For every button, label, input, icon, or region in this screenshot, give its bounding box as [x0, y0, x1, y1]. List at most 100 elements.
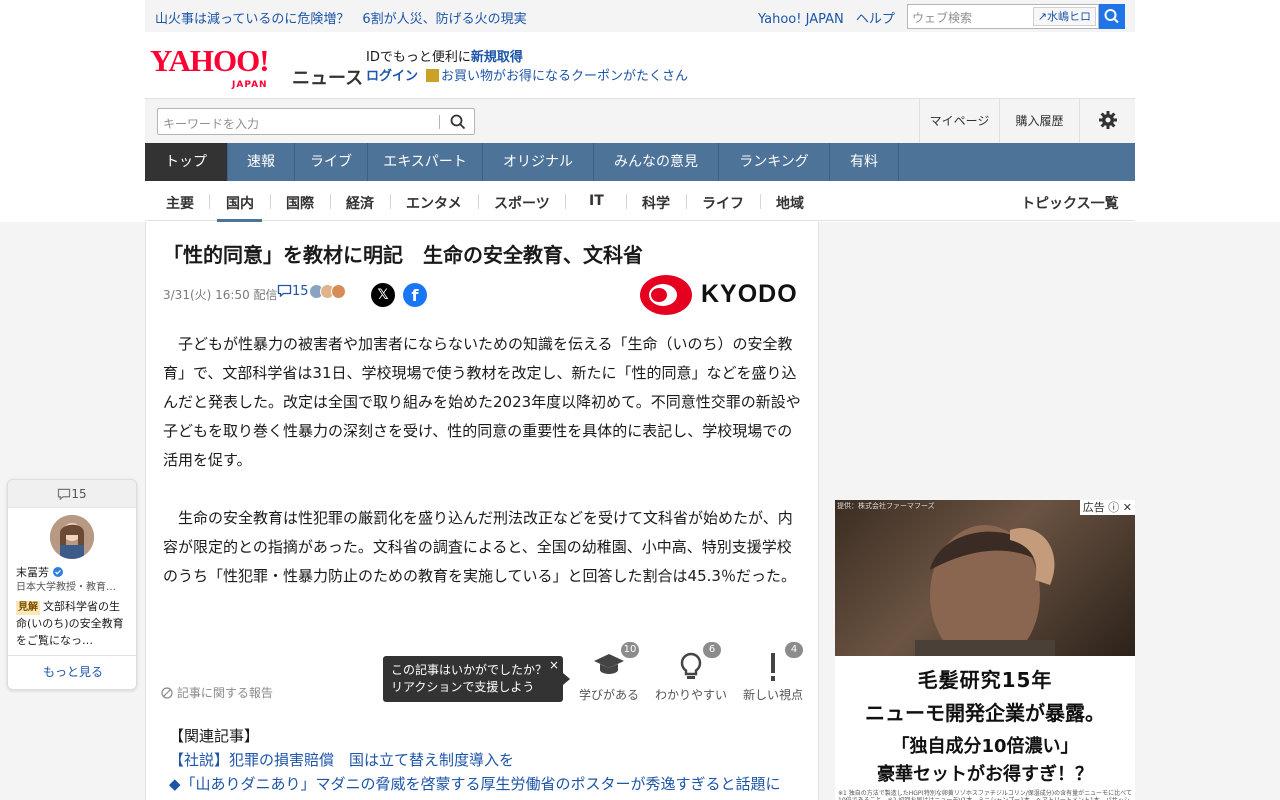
web-search-placeholder: ウェブ検索	[912, 11, 973, 25]
search-chip-label: 水嶋ヒロ	[1047, 10, 1091, 23]
reaction-label: わかりやすい	[654, 688, 727, 702]
coupon-icon	[426, 69, 440, 82]
subnav-divider	[330, 194, 331, 209]
tooltip-line: リアクションで支援しよう	[391, 680, 535, 694]
subnav-domestic[interactable]: 国内	[217, 193, 262, 222]
subnav-region[interactable]: 地域	[776, 193, 804, 213]
gear-icon	[1098, 111, 1117, 129]
expert-comment[interactable]: 見解 文部科学省の生命(いのち)の安全教育をご覧になっ…	[16, 598, 130, 649]
subnav-divider	[760, 194, 761, 209]
reaction-learn-button[interactable]: 10 学びがある	[569, 642, 649, 703]
see-more-link[interactable]: もっと見る	[8, 655, 136, 689]
mypage-link[interactable]: マイページ	[919, 99, 999, 144]
subnav-it[interactable]: IT	[589, 193, 604, 209]
article-paragraph: 子どもが性暴力の被害者や加害者にならないための知識を伝える「生命（いのち）の安全…	[163, 335, 801, 469]
source-logo[interactable]: KYODO	[639, 274, 797, 320]
subnav-sports[interactable]: スポーツ	[494, 193, 550, 213]
trending-arrow-icon: ↗	[1037, 10, 1047, 23]
expert-count-label: 15	[71, 487, 87, 501]
ad-headline: 豪華セットがお得すぎ！？	[877, 764, 1093, 785]
subnav-life[interactable]: ライフ	[702, 193, 744, 213]
coupon-link[interactable]: お買い物がお得になるクーポンがたくさん	[441, 69, 688, 84]
kyodo-mark-icon	[640, 275, 692, 315]
logo-news: ニュース	[292, 68, 364, 89]
subnav-divider	[626, 194, 627, 209]
share-x-button[interactable]: 𝕏	[371, 283, 395, 307]
article-meta: 3/31(火) 16:50 配信	[163, 286, 278, 303]
ad-tag-label: 広告	[1082, 501, 1105, 514]
help-link[interactable]: ヘルプ	[856, 12, 895, 27]
delivered-label: 配信	[253, 288, 278, 302]
subnav-divider	[565, 194, 566, 209]
nav-top[interactable]: トップ	[145, 143, 228, 181]
share-facebook-button[interactable]: f	[403, 283, 427, 307]
comment-count-link[interactable]: 15	[277, 284, 309, 299]
keyword-placeholder: キーワードを入力	[163, 117, 260, 131]
article-body: 子どもが性暴力の被害者や加害者にならないための知識を伝える「生命（いのち）の安全…	[163, 330, 805, 620]
avatar	[331, 284, 346, 299]
ad-tag[interactable]: 広告 ⓘ ✕	[1079, 500, 1135, 515]
verified-badge-icon	[52, 567, 63, 577]
yahoo-news-logo[interactable]: YAHOO! JAPAN ニュース	[150, 43, 363, 90]
nav-opinion[interactable]: みんなの意見	[594, 143, 719, 181]
subnav-divider	[390, 194, 391, 209]
subnav-international[interactable]: 国際	[286, 193, 314, 213]
search-row: キーワードを入力 マイページ 購入履歴	[145, 98, 1135, 144]
article: 「性的同意」を教材に明記 生命の安全教育、文科省 3/31(火) 16:50 配…	[145, 222, 819, 800]
search-icon[interactable]	[450, 114, 466, 130]
subnav-economy[interactable]: 経済	[346, 193, 374, 213]
reaction-clear-button[interactable]: 6 わかりやすい	[651, 642, 731, 703]
subnav-divider	[686, 194, 687, 209]
comment-icon	[277, 284, 292, 298]
subnav-divider	[209, 194, 210, 209]
tooltip-close-button[interactable]: ×	[549, 657, 559, 674]
topics-list-link[interactable]: トピックス一覧	[1021, 193, 1119, 213]
settings-button[interactable]	[1079, 99, 1135, 144]
nav-expert[interactable]: エキスパート	[368, 143, 483, 181]
id-text: IDでもっと便利に	[366, 50, 471, 65]
report-link[interactable]: 記事に関する報告	[161, 684, 273, 701]
expert-comment-count[interactable]: 15	[8, 480, 136, 508]
expert-portrait	[50, 515, 94, 559]
logo-japan: JAPAN	[232, 80, 268, 90]
subnav-entertainment[interactable]: エンタメ	[406, 193, 462, 213]
related-link[interactable]: ◆「山ありダニあり」マダニの脅威を啓蒙する厚生労働省のポスターが秀逸すぎると話題…	[169, 772, 781, 796]
search-divider	[439, 115, 440, 129]
nav-live[interactable]: ライブ	[295, 143, 368, 181]
main-nav: トップ 速報 ライブ エキスパート オリジナル みんなの意見 ランキング 有料	[145, 143, 1135, 181]
subnav-main[interactable]: 主要	[166, 193, 194, 213]
signup-link[interactable]: 新規取得	[471, 50, 523, 65]
web-search-button[interactable]	[1099, 4, 1125, 29]
id-promo: IDでもっと便利に新規取得 ログイン お買い物がお得になるクーポンがたくさん	[366, 48, 688, 86]
search-suggestion-chip[interactable]: ↗水嶋ヒロ	[1032, 7, 1096, 26]
nav-paid[interactable]: 有料	[830, 143, 899, 181]
ad-fine-print: ※1 独自の方法で製造したHGP(特別な卵黄リゾホスファチジルコリン/保湿成分)…	[838, 790, 1132, 800]
login-link[interactable]: ログイン	[366, 69, 418, 84]
avatar[interactable]	[50, 515, 94, 559]
comment-icon	[58, 488, 71, 501]
ad-photo: 提供：株式会社ファーマフーズ 広告 ⓘ ✕	[835, 500, 1135, 665]
reaction-count: 4	[785, 642, 803, 658]
nav-breaking[interactable]: 速報	[228, 143, 295, 181]
sub-nav: 主要 国内 国際 経済 エンタメ スポーツ IT 科学 ライフ 地域 トピックス…	[145, 181, 1135, 222]
related-link[interactable]: 【社説】犯罪の損害賠償 国は立て替え制度導入を	[169, 748, 781, 772]
logo-yahoo: YAHOO!	[150, 43, 270, 78]
source-name: KYODO	[701, 280, 798, 308]
keyword-search-input[interactable]: キーワードを入力	[157, 108, 475, 135]
ad-headline: 「独自成分10倍濃い」	[891, 736, 1079, 757]
ad-headline: 毛髪研究15年	[917, 668, 1053, 692]
prohibited-icon	[161, 687, 173, 699]
yahoo-japan-link[interactable]: Yahoo! JAPAN	[758, 12, 844, 27]
promo-link[interactable]: 山火事は減っているのに危険増？ 6割が人災、防げる火の現実	[155, 8, 527, 27]
subnav-science[interactable]: 科学	[642, 193, 670, 213]
reaction-new-view-button[interactable]: 4 新しい視点	[733, 642, 813, 703]
logo-row: YAHOO! JAPAN ニュース IDでもっと便利に新規取得 ログイン お買い物…	[145, 32, 1135, 98]
web-search-input[interactable]: ウェブ検索 ↗水嶋ヒロ	[907, 4, 1099, 29]
ad-provider: 提供：株式会社ファーマフーズ	[837, 502, 935, 510]
comment-count: 15	[292, 284, 309, 299]
nav-original[interactable]: オリジナル	[483, 143, 594, 181]
article-paragraph: 生命の安全教育は性犯罪の厳罰化を盛り込んだ刑法改正などを受けて文科省が始めたが、…	[163, 509, 796, 585]
nav-ranking[interactable]: ランキング	[719, 143, 830, 181]
advertisement[interactable]: 提供：株式会社ファーマフーズ 広告 ⓘ ✕ 毛髪研究15年 ニューモ開発企業が暴…	[835, 500, 1135, 800]
purchase-history-link[interactable]: 購入履歴	[999, 99, 1079, 144]
